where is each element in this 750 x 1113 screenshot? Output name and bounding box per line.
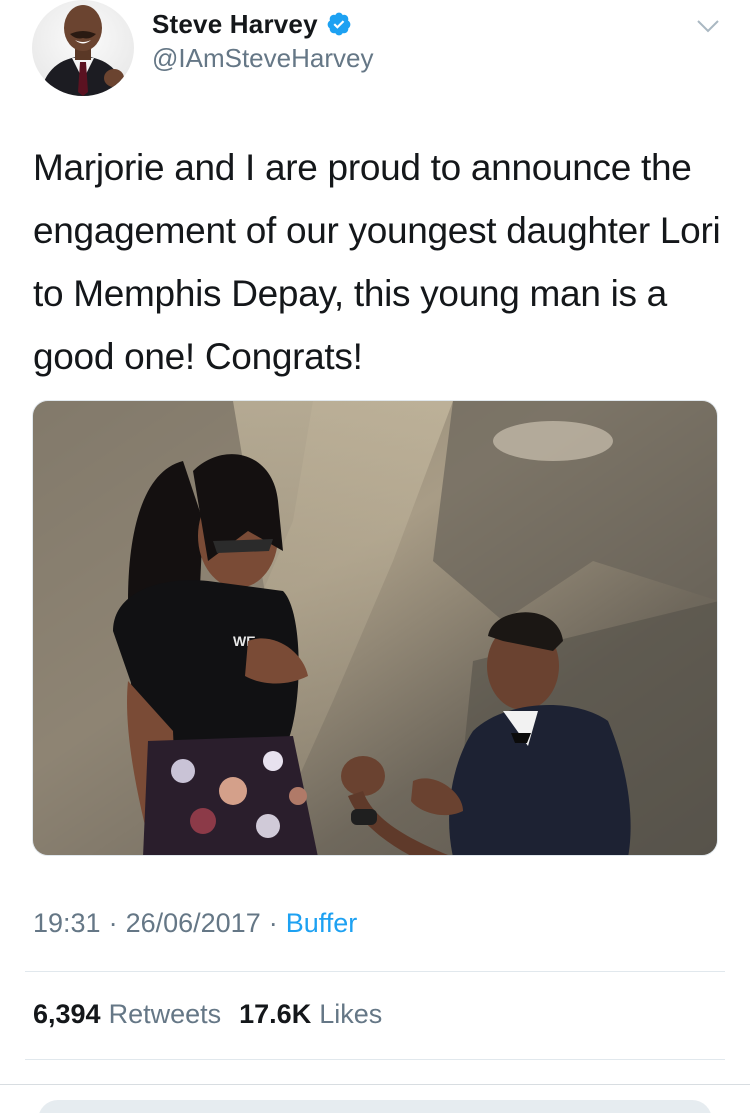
chevron-down-icon[interactable] [694, 12, 722, 40]
divider [0, 1084, 750, 1085]
meta-separator: · [268, 908, 278, 938]
retweets-count[interactable]: 6,394 [33, 999, 101, 1030]
tweet-stats: 6,394 Retweets 17.6K Likes [33, 999, 400, 1030]
tweet-photo[interactable]: WE [32, 400, 718, 856]
likes-count[interactable]: 17.6K [239, 999, 311, 1030]
author-handle[interactable]: @IAmSteveHarvey [152, 43, 373, 74]
engagement-photo: WE [33, 401, 717, 855]
tweet-header: Steve Harvey @IAmSteveHarvey [0, 0, 750, 110]
author-avatar[interactable] [32, 0, 134, 96]
tweet-source-link[interactable]: Buffer [286, 908, 358, 939]
verified-badge-icon [326, 11, 352, 37]
divider [25, 971, 725, 972]
divider [25, 1059, 725, 1060]
author-display-name[interactable]: Steve Harvey [152, 9, 318, 40]
tweet-text: Marjorie and I are proud to announce the… [33, 147, 721, 377]
retweets-label[interactable]: Retweets [109, 999, 222, 1030]
name-row[interactable]: Steve Harvey [152, 7, 352, 41]
meta-separator: · [108, 908, 118, 938]
tweet-time: 19:31 [33, 908, 101, 938]
avatar-photo [32, 0, 134, 96]
likes-label[interactable]: Likes [319, 999, 382, 1030]
tweet-date: 26/06/2017 [125, 908, 261, 938]
tweet-meta: 19:31 · 26/06/2017 · Buffer [33, 908, 357, 939]
reply-input[interactable] [38, 1100, 712, 1113]
